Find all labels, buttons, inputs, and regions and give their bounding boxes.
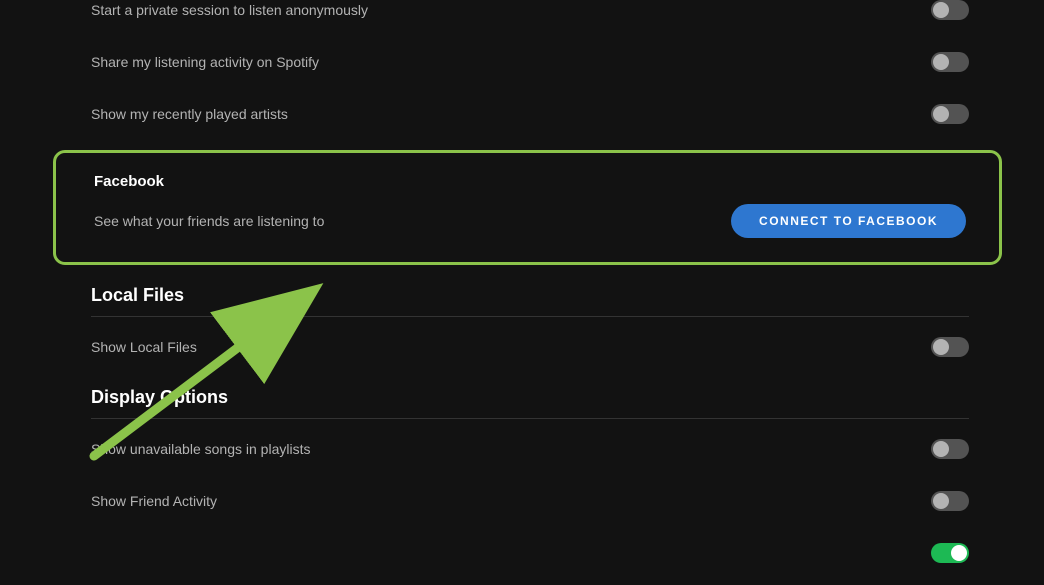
facebook-row: See what your friends are listening to C…: [94, 204, 966, 238]
facebook-title: Facebook: [94, 173, 966, 190]
partial-row: .: [91, 527, 969, 563]
listening-activity-toggle[interactable]: [931, 52, 969, 72]
toggle-knob: [933, 2, 949, 18]
show-local-files-label: Show Local Files: [91, 339, 197, 355]
show-local-files-row: Show Local Files: [91, 321, 969, 373]
friend-activity-toggle[interactable]: [931, 491, 969, 511]
listening-activity-row: Share my listening activity on Spotify: [91, 36, 969, 88]
toggle-knob: [951, 545, 967, 561]
unavailable-songs-toggle[interactable]: [931, 439, 969, 459]
private-session-row: Start a private session to listen anonym…: [91, 0, 969, 36]
toggle-knob: [933, 106, 949, 122]
show-local-files-toggle[interactable]: [931, 337, 969, 357]
facebook-description: See what your friends are listening to: [94, 213, 324, 229]
recently-played-label: Show my recently played artists: [91, 106, 288, 122]
facebook-section: Facebook See what your friends are liste…: [53, 150, 1002, 265]
unavailable-songs-label: Show unavailable songs in playlists: [91, 441, 310, 457]
friend-activity-label: Show Friend Activity: [91, 493, 217, 509]
listening-activity-label: Share my listening activity on Spotify: [91, 54, 319, 70]
local-files-header: Local Files: [91, 271, 969, 317]
private-session-label: Start a private session to listen anonym…: [91, 2, 368, 18]
friend-activity-row: Show Friend Activity: [91, 475, 969, 527]
toggle-knob: [933, 441, 949, 457]
toggle-knob: [933, 339, 949, 355]
connect-facebook-button[interactable]: CONNECT TO FACEBOOK: [731, 204, 966, 238]
recently-played-row: Show my recently played artists: [91, 88, 969, 140]
display-options-header: Display Options: [91, 373, 969, 419]
toggle-knob: [933, 54, 949, 70]
partial-toggle[interactable]: [931, 543, 969, 563]
private-session-toggle[interactable]: [931, 0, 969, 20]
unavailable-songs-row: Show unavailable songs in playlists: [91, 423, 969, 475]
toggle-knob: [933, 493, 949, 509]
recently-played-toggle[interactable]: [931, 104, 969, 124]
